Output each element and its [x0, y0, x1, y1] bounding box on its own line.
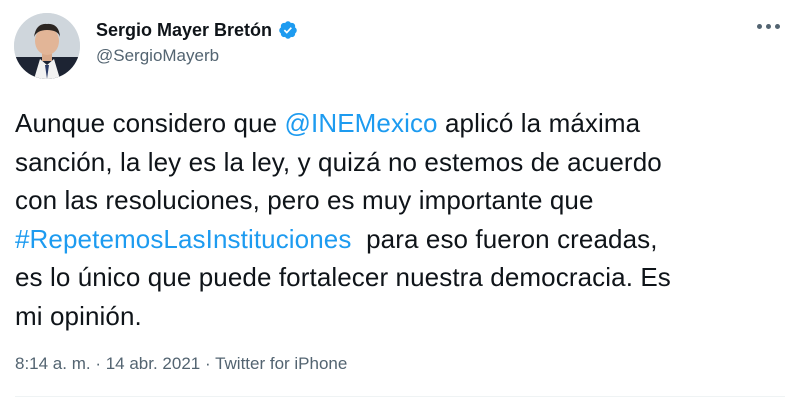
divider [15, 396, 785, 397]
separator: · [200, 354, 216, 373]
mention-link[interactable]: @INEMexico [285, 108, 438, 138]
tweet-card: Sergio Mayer Bretón @SergioMayerb Aunque… [0, 0, 800, 403]
more-dot [757, 24, 762, 29]
tweet-source[interactable]: Twitter for iPhone [215, 354, 347, 373]
text-segment: aplicó la máxima [437, 108, 641, 138]
separator: · [90, 354, 106, 373]
more-dot [775, 24, 780, 29]
text-segment: Aunque considero que [15, 108, 285, 138]
tweet-date[interactable]: 14 abr. 2021 [106, 354, 201, 373]
more-options-icon[interactable] [757, 24, 780, 29]
tweet-line-2: sanción, la ley es la ley, y quizá no es… [15, 146, 662, 177]
verified-badge-icon [278, 20, 298, 40]
avatar-image [14, 13, 80, 79]
author-handle[interactable]: @SergioMayerb [96, 45, 219, 67]
avatar[interactable] [14, 13, 80, 79]
tweet-metadata: 8:14 a. m. · 14 abr. 2021 · Twitter for … [15, 353, 347, 375]
tweet-line-5: es lo único que puede fortalecer nuestra… [15, 262, 671, 292]
tweet-time[interactable]: 8:14 a. m. [15, 354, 91, 373]
more-dot [766, 24, 771, 29]
tweet-line-4: #RepetemosLasInstituciones para eso fuer… [15, 220, 785, 259]
text-segment: para eso fueron creadas, [351, 223, 658, 254]
tweet-line-6: mi opinión. [15, 300, 142, 331]
author-name[interactable]: Sergio Mayer Bretón [96, 18, 272, 42]
tweet-text: Aunque considero que @INEMexico aplicó l… [15, 104, 785, 335]
tweet-line-3: con las resoluciones, pero es muy import… [15, 185, 594, 215]
author-name-row: Sergio Mayer Bretón [96, 18, 298, 42]
tweet-line-1: Aunque considero que @INEMexico aplicó l… [15, 104, 785, 143]
hashtag-link[interactable]: #RepetemosLasInstituciones [15, 224, 351, 254]
